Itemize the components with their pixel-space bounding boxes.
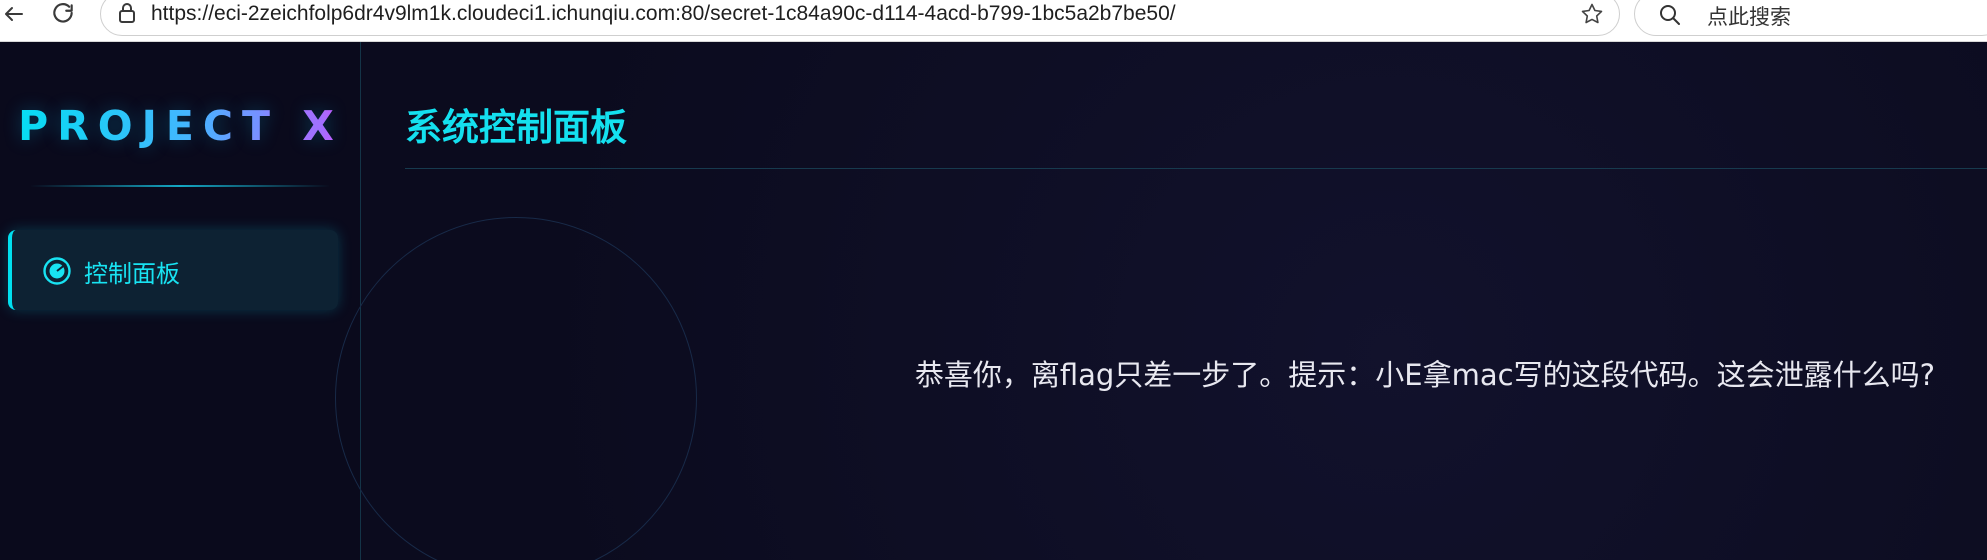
back-button[interactable] bbox=[0, 0, 28, 28]
lock-icon[interactable] bbox=[115, 1, 139, 25]
url-text[interactable]: https://eci-2zeichfolp6dr4v9lm1k.cloudec… bbox=[151, 2, 1176, 26]
search-icon bbox=[1657, 2, 1683, 28]
logo-divider bbox=[30, 185, 330, 187]
logo: PROJECT X bbox=[0, 102, 361, 150]
search-placeholder: 点此搜索 bbox=[1707, 6, 1791, 29]
reload-button[interactable] bbox=[46, 0, 80, 28]
sidebar-item-label: 控制面板 bbox=[84, 260, 180, 288]
decorative-circle bbox=[335, 217, 697, 560]
radar-icon bbox=[43, 257, 71, 285]
back-arrow-icon bbox=[5, 7, 23, 21]
page: PROJECT X 控制面板 系统控制面板 恭喜你，离flag只差一步了。提示：… bbox=[0, 42, 1987, 560]
reload-icon bbox=[53, 3, 73, 23]
sidebar: PROJECT X 控制面板 bbox=[0, 42, 361, 560]
sidebar-item-control-panel[interactable]: 控制面板 bbox=[8, 230, 338, 310]
hint-message: 恭喜你，离flag只差一步了。提示：小E拿mac写的这段代码。这会泄露什么吗? bbox=[914, 358, 1935, 392]
browser-toolbar: https://eci-2zeichfolp6dr4v9lm1k.cloudec… bbox=[0, 0, 1987, 42]
address-bar[interactable]: https://eci-2zeichfolp6dr4v9lm1k.cloudec… bbox=[100, 0, 1620, 36]
title-divider bbox=[405, 168, 1987, 169]
star-icon[interactable] bbox=[1579, 1, 1605, 27]
page-title: 系统控制面板 bbox=[405, 106, 627, 149]
search-box[interactable]: 点此搜索 bbox=[1634, 0, 1987, 36]
